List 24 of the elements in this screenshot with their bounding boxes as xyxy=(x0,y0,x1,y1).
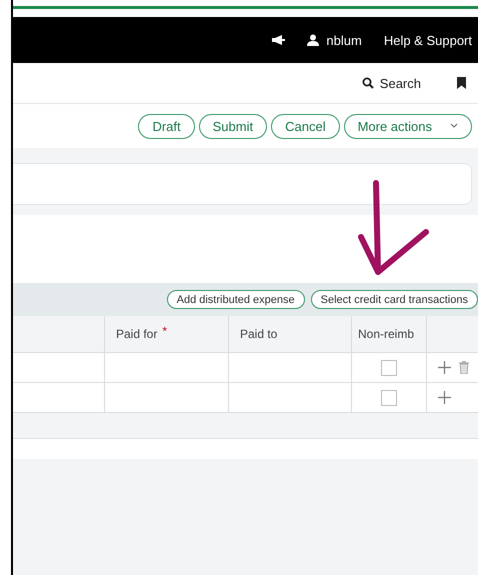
column-header: Paid to xyxy=(229,316,352,352)
megaphone-icon[interactable] xyxy=(271,34,286,46)
required-mark: * xyxy=(162,324,168,338)
input-field[interactable] xyxy=(13,163,472,205)
search-icon xyxy=(362,77,374,89)
more-actions-button[interactable]: More actions xyxy=(344,114,472,138)
column-header: Non-reimb xyxy=(352,316,427,352)
caret-icon xyxy=(450,123,458,129)
add-icon[interactable] xyxy=(438,361,451,374)
checkbox[interactable] xyxy=(381,390,397,406)
column-header: Paid for * xyxy=(105,316,229,352)
action-button[interactable]: Submit xyxy=(198,114,268,138)
toolbar-button[interactable]: Add distributed expense xyxy=(166,290,305,309)
trash-icon[interactable] xyxy=(459,361,469,374)
action-button[interactable]: Draft xyxy=(138,114,195,138)
person-icon xyxy=(307,34,320,46)
toolbar-button[interactable]: Select credit card transactions xyxy=(310,290,478,309)
username-link[interactable]: nblum xyxy=(326,32,362,48)
action-button[interactable]: Cancel xyxy=(271,114,340,138)
add-icon[interactable] xyxy=(438,391,451,404)
checkbox[interactable] xyxy=(381,360,397,376)
bookmark-icon[interactable] xyxy=(457,77,466,89)
help-link[interactable]: Help & Support xyxy=(384,32,472,48)
search-button[interactable]: Search xyxy=(362,76,421,90)
